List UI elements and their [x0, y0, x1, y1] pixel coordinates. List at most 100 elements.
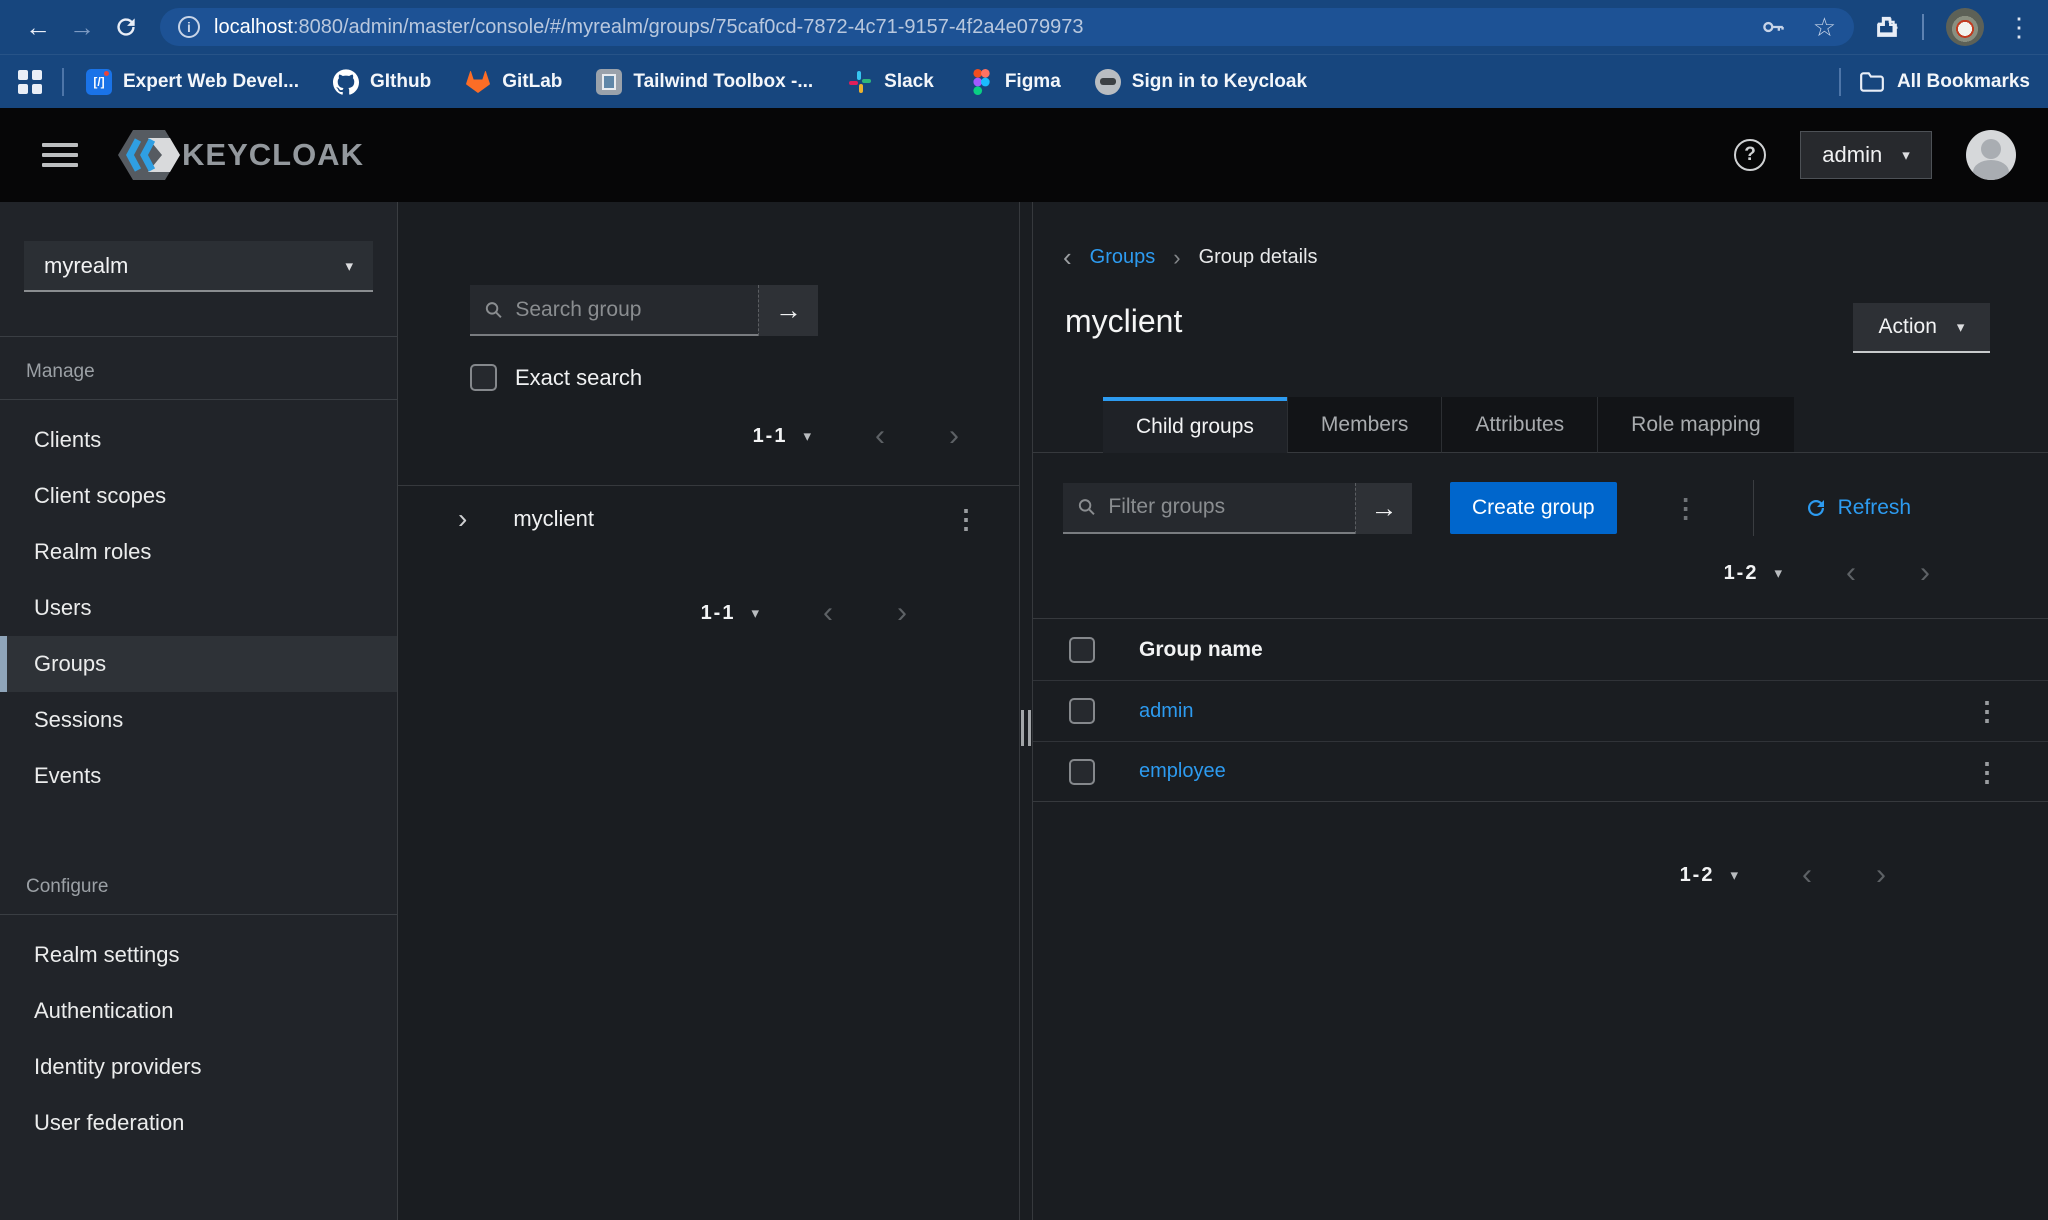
bookmark-figma[interactable]: Figma — [968, 69, 1061, 95]
column-header-group-name: Group name — [1139, 638, 1263, 662]
section-label-manage: Manage — [0, 337, 397, 399]
tree-item-myclient[interactable]: › myclient ⋮ — [398, 486, 1019, 552]
search-group-input[interactable] — [515, 298, 744, 322]
url-bar[interactable]: i localhost:8080/admin/master/console/#/… — [160, 8, 1854, 46]
bookmark-label: Figma — [1005, 71, 1061, 93]
tree-item-kebab-icon[interactable]: ⋮ — [953, 506, 979, 532]
row-kebab-icon[interactable]: ⋮ — [1974, 698, 2000, 724]
exact-search-checkbox[interactable] — [470, 364, 497, 391]
tab-label: Members — [1321, 413, 1409, 437]
chevron-down-icon[interactable]: ▾ — [1774, 564, 1782, 582]
gitlab-tanuki-icon — [465, 69, 491, 95]
user-avatar[interactable] — [1966, 130, 2016, 180]
sidebar-item-clients[interactable]: Clients — [0, 412, 397, 468]
next-page-icon[interactable]: › — [897, 598, 907, 628]
filter-groups-input[interactable] — [1108, 495, 1341, 519]
url-text[interactable]: localhost:8080/admin/master/console/#/my… — [214, 16, 1745, 39]
sidebar-item-label: Realm settings — [34, 942, 180, 968]
next-page-icon[interactable]: › — [1920, 558, 1930, 588]
forward-icon[interactable]: → — [60, 5, 104, 49]
next-page-icon[interactable]: › — [1876, 860, 1886, 890]
breadcrumb-chevron-icon: › — [1173, 245, 1180, 271]
expand-chevron-icon[interactable]: › — [458, 503, 467, 535]
row-kebab-icon[interactable]: ⋮ — [1974, 759, 2000, 785]
sidebar-item-label: Client scopes — [34, 483, 166, 509]
github-octocat-icon — [333, 69, 359, 95]
sidebar-item-label: Authentication — [34, 998, 173, 1024]
extensions-icon[interactable] — [1874, 14, 1900, 40]
prev-page-icon[interactable]: ‹ — [1802, 860, 1812, 890]
password-key-icon[interactable] — [1759, 13, 1787, 41]
sidebar-item-client-scopes[interactable]: Client scopes — [0, 468, 397, 524]
site-info-icon[interactable]: i — [178, 16, 200, 38]
filter-groups-field[interactable] — [1063, 483, 1355, 534]
filter-groups-box: → — [1063, 483, 1412, 534]
bookmark-github[interactable]: GIthub — [333, 69, 431, 95]
sidebar-item-authentication[interactable]: Authentication — [0, 983, 397, 1039]
row-checkbox[interactable] — [1069, 759, 1095, 785]
select-all-checkbox[interactable] — [1069, 637, 1095, 663]
refresh-button[interactable]: Refresh — [1804, 496, 1912, 520]
chevron-down-icon[interactable]: ▾ — [751, 604, 759, 622]
tree-pagination-bottom: 1-1 ▾ ‹ › — [398, 598, 907, 628]
bookmark-keycloak[interactable]: Sign in to Keycloak — [1095, 69, 1307, 95]
bookmark-tailwind-toolbox[interactable]: Tailwind Toolbox -... — [596, 69, 813, 95]
bookmarks-right-separator — [1839, 68, 1841, 96]
sidebar-item-realm-roles[interactable]: Realm roles — [0, 524, 397, 580]
sidebar-item-sessions[interactable]: Sessions — [0, 692, 397, 748]
row-checkbox[interactable] — [1069, 698, 1095, 724]
page-title: myclient — [1065, 303, 1182, 340]
prev-page-icon[interactable]: ‹ — [823, 598, 833, 628]
group-link-employee[interactable]: employee — [1139, 760, 1226, 783]
browser-toolbar: ← → i localhost:8080/admin/master/consol… — [0, 0, 2048, 54]
exact-search-label: Exact search — [515, 365, 642, 391]
user-dropdown[interactable]: admin ▾ — [1800, 131, 1932, 179]
group-link-admin[interactable]: admin — [1139, 700, 1193, 723]
sidebar-item-groups[interactable]: Groups — [0, 636, 397, 692]
breadcrumb-back-icon[interactable]: ‹ — [1063, 242, 1072, 273]
action-dropdown-button[interactable]: Action ▾ — [1853, 303, 1990, 353]
reload-icon[interactable] — [104, 5, 148, 49]
bookmark-slack[interactable]: Slack — [847, 69, 934, 95]
sidebar: myrealm ▾ Manage Clients Client scopes R… — [0, 202, 397, 1220]
sidebar-item-users[interactable]: Users — [0, 580, 397, 636]
group-search-field[interactable] — [470, 285, 758, 336]
chevron-down-icon[interactable]: ▾ — [1730, 866, 1738, 884]
keycloak-logo[interactable]: KEYCLOAK — [118, 128, 364, 182]
back-icon[interactable]: ← — [16, 5, 60, 49]
sidebar-item-events[interactable]: Events — [0, 748, 397, 804]
toolbar-kebab-icon[interactable]: ⋮ — [1673, 495, 1699, 521]
sidebar-item-user-federation[interactable]: User federation — [0, 1095, 397, 1151]
panel-resize-handle[interactable] — [1021, 710, 1031, 746]
url-path: :8080/admin/master/console/#/myrealm/gro… — [293, 16, 1084, 38]
tab-child-groups[interactable]: Child groups — [1103, 397, 1287, 453]
sidebar-item-realm-settings[interactable]: Realm settings — [0, 927, 397, 983]
search-submit-button[interactable]: → — [758, 285, 818, 336]
help-icon[interactable]: ? — [1734, 139, 1766, 171]
realm-selector[interactable]: myrealm ▾ — [24, 241, 373, 292]
all-bookmarks-button[interactable]: All Bookmarks — [1859, 71, 2030, 93]
tab-role-mapping[interactable]: Role mapping — [1597, 397, 1794, 453]
browser-menu-icon[interactable]: ⋮ — [2006, 14, 2032, 40]
nav-toggle-hamburger-icon[interactable] — [42, 143, 78, 167]
prev-page-icon[interactable]: ‹ — [875, 421, 885, 451]
next-page-icon[interactable]: › — [949, 421, 959, 451]
bookmark-label: GitLab — [502, 71, 562, 93]
tab-members[interactable]: Members — [1287, 397, 1442, 453]
prev-page-icon[interactable]: ‹ — [1846, 558, 1856, 588]
bookmark-expert-web[interactable]: [/] Expert Web Devel... — [86, 69, 299, 95]
sidebar-item-label: Users — [34, 595, 91, 621]
bookmark-star-icon[interactable]: ☆ — [1813, 14, 1836, 40]
create-group-button[interactable]: Create group — [1450, 482, 1617, 534]
sidebar-item-identity-providers[interactable]: Identity providers — [0, 1039, 397, 1095]
filter-submit-button[interactable]: → — [1355, 483, 1412, 534]
tab-attributes[interactable]: Attributes — [1441, 397, 1597, 453]
breadcrumb-groups-link[interactable]: Groups — [1090, 246, 1156, 269]
browser-profile-avatar[interactable] — [1946, 8, 1984, 46]
chevron-down-icon[interactable]: ▾ — [803, 427, 811, 445]
bookmark-label: Tailwind Toolbox -... — [633, 71, 813, 93]
bookmark-gitlab[interactable]: GitLab — [465, 69, 562, 95]
tab-label: Attributes — [1475, 413, 1564, 437]
apps-grid-icon[interactable] — [18, 70, 42, 94]
group-search-box: → — [470, 285, 1019, 336]
